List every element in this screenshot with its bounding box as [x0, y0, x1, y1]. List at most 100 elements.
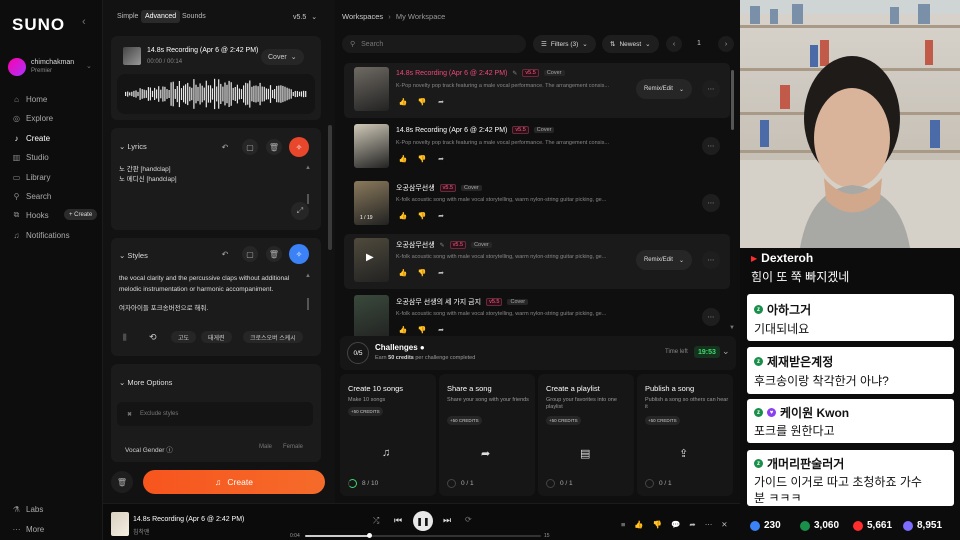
thumbs-down-icon[interactable]: 👎: [415, 153, 429, 165]
song-list-scrollbar[interactable]: [731, 70, 734, 130]
queue-icon[interactable]: ≡: [621, 520, 625, 529]
style-tag[interactable]: 크로스오버 스케시: [243, 331, 303, 343]
pause-button[interactable]: ❚❚: [413, 511, 433, 531]
bars-icon[interactable]: ⫼: [123, 333, 127, 343]
song-thumbnail[interactable]: [354, 124, 389, 168]
nav-item-studio[interactable]: ▥ Studio: [12, 151, 49, 163]
refresh-icon[interactable]: ⟲: [149, 332, 157, 343]
thumbs-down-icon[interactable]: 👎: [415, 96, 429, 108]
song-title[interactable]: 14.8s Recording (Apr 6 @ 2:42 PM) v5.5 Cov…: [396, 126, 555, 134]
skip-forward-icon[interactable]: ⏭: [443, 515, 451, 526]
remix-edit-button[interactable]: Remix/Edit ⌄: [635, 250, 692, 270]
share-icon[interactable]: ➦: [434, 153, 448, 165]
nav-item-explore[interactable]: ◎ Explore: [12, 112, 53, 124]
undo-icon[interactable]: ↶: [217, 246, 233, 262]
scroll-up-icon[interactable]: ▲: [305, 165, 311, 171]
comment-icon[interactable]: 💬: [671, 520, 680, 529]
suno-logo[interactable]: SUNO: [12, 15, 65, 35]
lyrics-text[interactable]: 노 간판 [handclap] 노 메디신 [handclap]: [119, 165, 299, 185]
undo-icon[interactable]: ↶: [217, 139, 233, 155]
breadcrumb-workspaces[interactable]: Workspaces: [342, 12, 383, 21]
progress-knob[interactable]: [366, 533, 372, 538]
nav-item-home[interactable]: ⌂ Home: [12, 93, 47, 105]
chevron-down-icon[interactable]: ⌄: [86, 62, 92, 70]
scroll-down-icon[interactable]: ▼: [729, 325, 735, 331]
avatar[interactable]: [8, 58, 26, 76]
more-icon[interactable]: ⋯: [702, 194, 720, 212]
hooks-create-chip[interactable]: + Create: [64, 209, 98, 220]
styles-scrollbar[interactable]: [307, 298, 309, 310]
magic-wand-icon[interactable]: ✧: [289, 137, 309, 157]
thumbs-down-icon[interactable]: 👎: [653, 520, 662, 529]
user-name[interactable]: chimchakman: [31, 59, 74, 66]
remix-edit-button[interactable]: Remix/Edit ⌄: [635, 79, 692, 99]
play-icon[interactable]: ▶: [366, 252, 374, 263]
more-icon[interactable]: ⋯: [702, 80, 720, 98]
copy-icon[interactable]: ▢: [242, 139, 258, 155]
close-icon[interactable]: ✕: [721, 520, 727, 529]
expand-icon[interactable]: ⤢: [291, 202, 309, 220]
filters-button[interactable]: ☰ Filters (3) ⌄: [533, 35, 596, 53]
progress-track[interactable]: [305, 533, 541, 538]
song-title[interactable]: 오공삼무선생 v5.5 Cover: [396, 183, 482, 193]
share-icon[interactable]: ➦: [689, 520, 695, 529]
edit-icon[interactable]: ✎: [440, 242, 445, 249]
create-button[interactable]: ♫ Create: [143, 470, 325, 494]
next-page-button[interactable]: ›: [718, 36, 734, 52]
lyrics-header[interactable]: ⌄ Lyrics: [119, 142, 147, 151]
vocal-female-option[interactable]: Female: [283, 444, 303, 450]
vocal-male-option[interactable]: Male: [259, 444, 272, 450]
player-title[interactable]: 14.8s Recording (Apr 6 @ 2:42 PM): [133, 516, 244, 523]
create-panel-scrollbar[interactable]: [328, 125, 332, 250]
thumbs-up-icon[interactable]: 👍: [396, 210, 410, 222]
prev-page-button[interactable]: ‹: [666, 36, 682, 52]
thumbs-up-icon[interactable]: 👍: [396, 267, 410, 279]
edit-icon[interactable]: ✎: [512, 70, 517, 77]
shuffle-icon[interactable]: ⤮: [373, 516, 379, 526]
sort-button[interactable]: ⇅ Newest ⌄: [602, 35, 659, 53]
challenge-card[interactable]: Create a playlist Group your favorites in…: [538, 374, 634, 496]
song-title[interactable]: 14.8s Recording (Apr 6 @ 2:42 PM) ✎ v5.5 Co…: [396, 69, 565, 77]
challenge-card[interactable]: Share a song Share your song with your fr…: [439, 374, 535, 496]
trash-icon[interactable]: 🗑: [111, 471, 133, 493]
share-icon[interactable]: ➦: [434, 267, 448, 279]
thumbs-down-icon[interactable]: 👎: [415, 324, 429, 336]
more-icon[interactable]: ⋯: [705, 520, 713, 529]
copy-icon[interactable]: ▢: [242, 246, 258, 262]
share-icon[interactable]: ➦: [434, 210, 448, 222]
more-icon[interactable]: ⋯: [702, 137, 720, 155]
repeat-icon[interactable]: ⟳: [465, 515, 472, 524]
challenge-card[interactable]: Create 10 songs Make 10 songs +50 CREDITS ♫…: [340, 374, 436, 496]
scroll-up-icon[interactable]: ▲: [305, 273, 311, 279]
chevron-left-icon[interactable]: ‹: [82, 16, 86, 28]
more-icon[interactable]: ⋯: [702, 251, 720, 269]
thumbs-up-icon[interactable]: 👍: [634, 520, 643, 529]
song-thumbnail[interactable]: ▶: [354, 238, 389, 282]
more-options-header[interactable]: ⌄ More Options: [119, 378, 172, 387]
song-thumbnail[interactable]: 1 / 19: [354, 181, 389, 225]
thumbs-up-icon[interactable]: 👍: [396, 324, 410, 336]
lyrics-scrollbar[interactable]: [307, 194, 309, 204]
version-select[interactable]: v5.5 ⌄: [293, 10, 317, 24]
song-title[interactable]: 오공삼무 선생의 세 가지 금지 v5.5 Cover: [396, 297, 529, 307]
thumbs-up-icon[interactable]: 👍: [396, 153, 410, 165]
more-icon[interactable]: ⋯: [702, 308, 720, 326]
song-row[interactable]: 14.8s Recording (Apr 6 @ 2:42 PM) v5.5 Cov…: [344, 120, 730, 175]
mode-tab-advanced[interactable]: Advanced: [141, 10, 181, 23]
styles-text-2[interactable]: 여자아이들 포크송버전으로 해줘.: [119, 304, 208, 314]
thumbs-down-icon[interactable]: 👎: [415, 210, 429, 222]
challenge-card[interactable]: Publish a song Publish a song so others c…: [637, 374, 733, 496]
magic-wand-icon[interactable]: ✧: [289, 244, 309, 264]
song-title[interactable]: 오공삼무선생 ✎ v5.5 Cover: [396, 240, 492, 250]
nav-item-labs[interactable]: ⚗ Labs: [12, 503, 43, 515]
trash-icon[interactable]: 🗑: [266, 246, 282, 262]
exclude-styles-input[interactable]: ✖ Exclude styles: [117, 402, 313, 426]
thumbs-up-icon[interactable]: 👍: [396, 96, 410, 108]
share-icon[interactable]: ➦: [434, 324, 448, 336]
styles-text[interactable]: the vocal clarity and the percussive cla…: [119, 273, 303, 295]
search-input[interactable]: ⚲ Search: [342, 35, 526, 53]
song-thumbnail[interactable]: [354, 67, 389, 111]
player-thumbnail[interactable]: [111, 512, 129, 536]
song-row[interactable]: 1 / 19 오공삼무선생 v5.5 Cover K-folk acoustic son…: [344, 177, 730, 232]
skip-back-icon[interactable]: ⏮: [394, 515, 402, 526]
